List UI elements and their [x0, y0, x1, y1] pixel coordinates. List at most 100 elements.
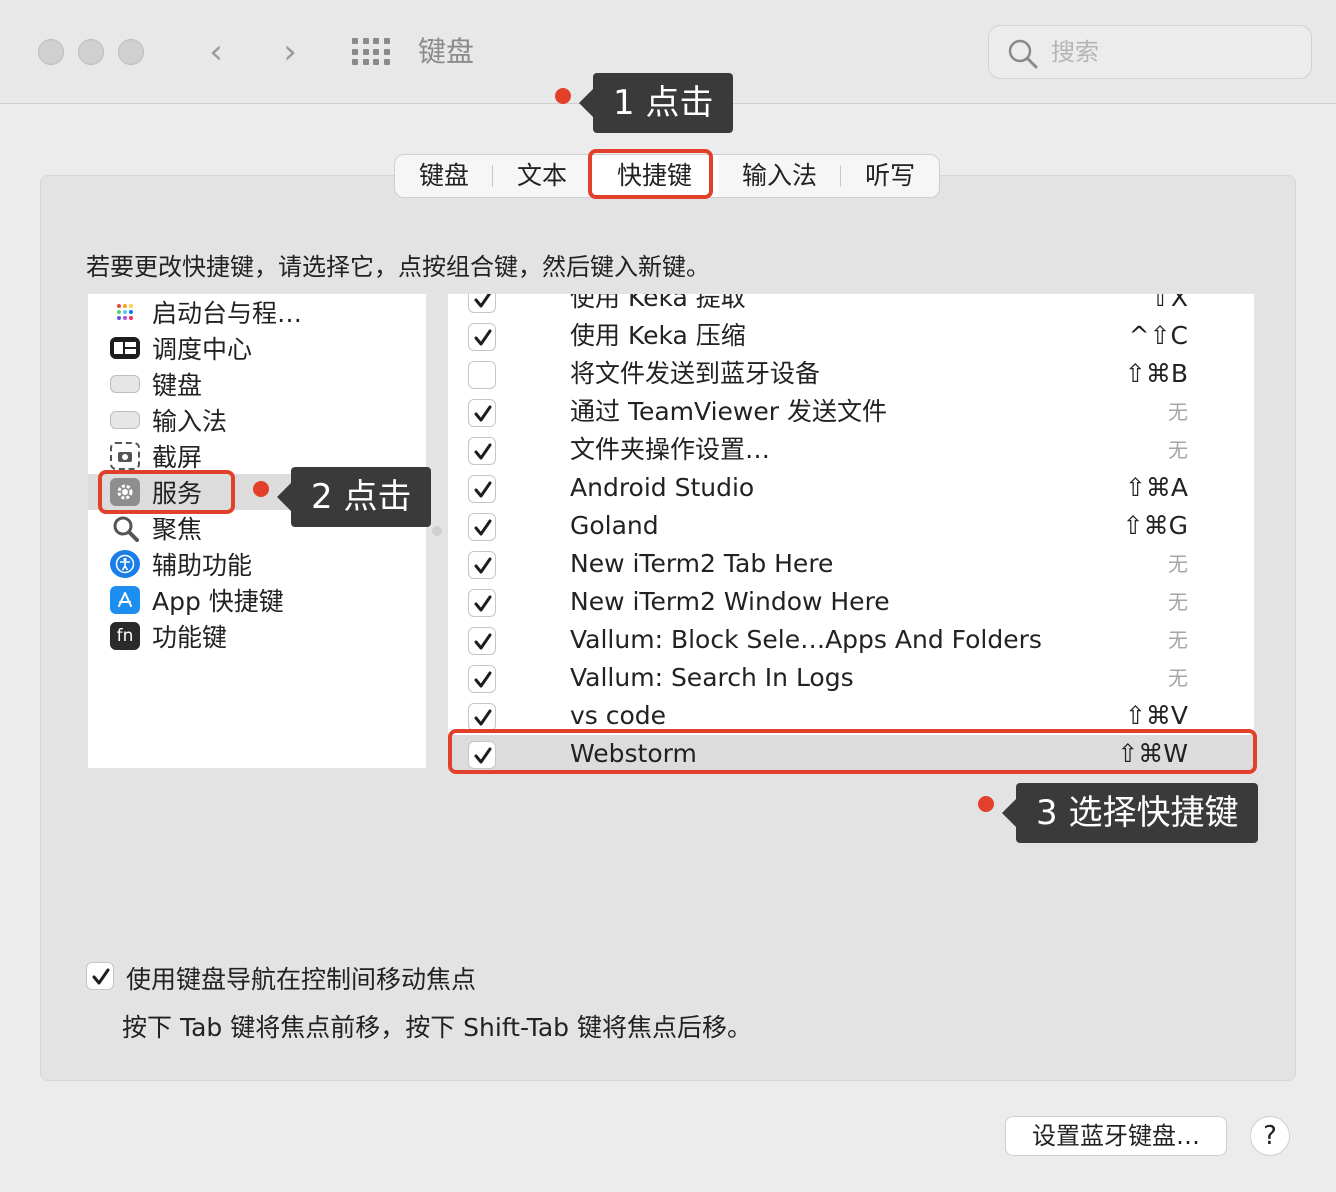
fn-key-icon: fn [110, 622, 140, 650]
minimize-window-button[interactable] [78, 39, 104, 65]
shortcut-key[interactable]: 无 [1168, 661, 1188, 695]
shortcut-checkbox[interactable] [468, 627, 496, 655]
category-label: 键盘 [152, 371, 203, 400]
shortcut-key[interactable]: ⇧⌘B [1125, 357, 1188, 391]
category-label: 功能键 [152, 623, 228, 652]
category-label: 输入法 [152, 407, 228, 436]
tab-input-sources[interactable]: 输入法 [718, 155, 842, 197]
shortcut-key[interactable]: 无 [1168, 395, 1188, 429]
shortcut-checkbox[interactable] [468, 361, 496, 389]
app-store-icon [110, 586, 140, 614]
category-keyboard[interactable]: 键盘 [88, 366, 426, 402]
shortcut-label: 文件夹操作设置… [570, 435, 771, 464]
checkmark-icon [474, 671, 492, 688]
shortcut-list: 使用 Keka 提取 ⇧X 使用 Keka 压缩 ^⇧C 将文件发送到蓝牙设备 ⇧⌘B 通过… [448, 294, 1254, 770]
keyboard-navigation-hint: 按下 Tab 键将焦点前移，按下 Shift-Tab 键将焦点后移。 [122, 1013, 752, 1042]
category-accessibility[interactable]: 辅助功能 [88, 546, 426, 582]
category-label: 聚焦 [152, 515, 203, 544]
launchpad-icon [110, 298, 140, 326]
shortcut-row[interactable]: 将文件发送到蓝牙设备 ⇧⌘B [448, 355, 1254, 393]
checkmark-icon [474, 443, 492, 460]
highlight-box-services [98, 470, 235, 514]
back-button[interactable]: ‹ [196, 30, 236, 74]
shortcut-row[interactable]: 通过 TeamViewer 发送文件 无 [448, 393, 1254, 431]
category-input-sources[interactable]: 输入法 [88, 402, 426, 438]
checkmark-icon [474, 405, 492, 422]
shortcut-checkbox[interactable] [468, 551, 496, 579]
annotation-dot [253, 481, 269, 497]
shortcut-row[interactable]: Goland ⇧⌘G [448, 507, 1254, 545]
category-mission-control[interactable]: 调度中心 [88, 330, 426, 366]
shortcut-key[interactable]: ^⇧C [1129, 319, 1188, 353]
tab-dictation[interactable]: 听写 [841, 155, 939, 197]
shortcut-checkbox[interactable] [468, 513, 496, 541]
shortcut-row[interactable]: 文件夹操作设置… 无 [448, 431, 1254, 469]
shortcut-label: New iTerm2 Window Here [570, 587, 890, 616]
shortcut-label: Vallum: Search In Logs [570, 663, 854, 692]
search-input[interactable] [1051, 26, 1291, 78]
shortcut-row[interactable]: New iTerm2 Tab Here 无 [448, 545, 1254, 583]
shortcut-label: Vallum: Block Sele…Apps And Folders [570, 625, 1042, 654]
keyboard-navigation-label: 使用键盘导航在控制间移动焦点 [126, 965, 477, 994]
shortcut-checkbox[interactable] [468, 323, 496, 351]
close-window-button[interactable] [38, 39, 64, 65]
shortcut-key[interactable]: ⇧X [1150, 294, 1188, 315]
checkmark-icon [474, 481, 492, 498]
keyboard-icon [110, 375, 140, 393]
checkmark-icon [474, 294, 492, 308]
search-icon [1008, 39, 1038, 69]
shortcut-checkbox[interactable] [468, 665, 496, 693]
category-app-shortcuts[interactable]: App 快捷键 [88, 582, 426, 618]
search-field[interactable] [988, 25, 1312, 79]
category-label: 启动台与程… [152, 299, 303, 328]
help-button[interactable]: ? [1250, 1116, 1290, 1156]
shortcut-row[interactable]: New iTerm2 Window Here 无 [448, 583, 1254, 621]
tab-keyboard[interactable]: 键盘 [395, 155, 494, 197]
shortcut-key[interactable]: 无 [1168, 433, 1188, 467]
callout-step-1: 1 点击 [578, 73, 734, 133]
screenshot-icon [110, 442, 140, 470]
shortcut-row[interactable]: Android Studio ⇧⌘A [448, 469, 1254, 507]
shortcut-row[interactable]: 使用 Keka 压缩 ^⇧C [448, 317, 1254, 355]
zoom-window-button[interactable] [118, 39, 144, 65]
shortcut-key[interactable]: 无 [1168, 585, 1188, 619]
category-launchpad[interactable]: 启动台与程… [88, 294, 426, 330]
forward-button[interactable]: › [270, 30, 310, 74]
shortcut-key[interactable]: ⇧⌘V [1125, 699, 1188, 733]
callout-step-2: 2 点击 [276, 467, 432, 527]
mission-control-icon [110, 337, 140, 359]
accessibility-icon [110, 550, 140, 578]
shortcut-row[interactable]: Vallum: Search In Logs 无 [448, 659, 1254, 697]
shortcut-label: vs code [570, 701, 667, 730]
callout-step-3: 3 选择快捷键 [1001, 783, 1259, 843]
shortcut-key[interactable]: ⇧⌘G [1123, 509, 1188, 543]
shortcut-label: 使用 Keka 提取 [570, 294, 746, 312]
setup-bluetooth-keyboard-button[interactable]: 设置蓝牙键盘… [1005, 1116, 1227, 1156]
shortcut-key[interactable]: 无 [1168, 547, 1188, 581]
keyboard-navigation-checkbox[interactable] [86, 962, 114, 990]
category-function-keys[interactable]: fn 功能键 [88, 618, 426, 654]
shortcut-label: New iTerm2 Tab Here [570, 549, 834, 578]
show-all-grid-icon[interactable] [352, 38, 390, 66]
shortcut-checkbox[interactable] [468, 294, 496, 313]
shortcut-key[interactable]: 无 [1168, 623, 1188, 657]
shortcut-checkbox[interactable] [468, 399, 496, 427]
shortcut-row[interactable]: 使用 Keka 提取 ⇧X [448, 294, 1254, 317]
checkmark-icon [474, 709, 492, 726]
shortcut-label: 使用 Keka 压缩 [570, 321, 746, 350]
shortcut-label: 通过 TeamViewer 发送文件 [570, 397, 887, 426]
spotlight-icon [110, 514, 140, 542]
tab-text[interactable]: 文本 [493, 155, 591, 197]
splitter-handle[interactable] [432, 526, 442, 536]
highlight-box-tab [588, 149, 713, 199]
shortcut-checkbox[interactable] [468, 703, 496, 731]
checkmark-icon [474, 595, 492, 612]
annotation-dot [978, 796, 994, 812]
shortcut-checkbox[interactable] [468, 437, 496, 465]
shortcut-label: 将文件发送到蓝牙设备 [570, 359, 821, 388]
checkmark-icon [474, 519, 492, 536]
shortcut-checkbox[interactable] [468, 475, 496, 503]
shortcut-row[interactable]: Vallum: Block Sele…Apps And Folders 无 [448, 621, 1254, 659]
shortcut-key[interactable]: ⇧⌘A [1125, 471, 1188, 505]
shortcut-checkbox[interactable] [468, 589, 496, 617]
